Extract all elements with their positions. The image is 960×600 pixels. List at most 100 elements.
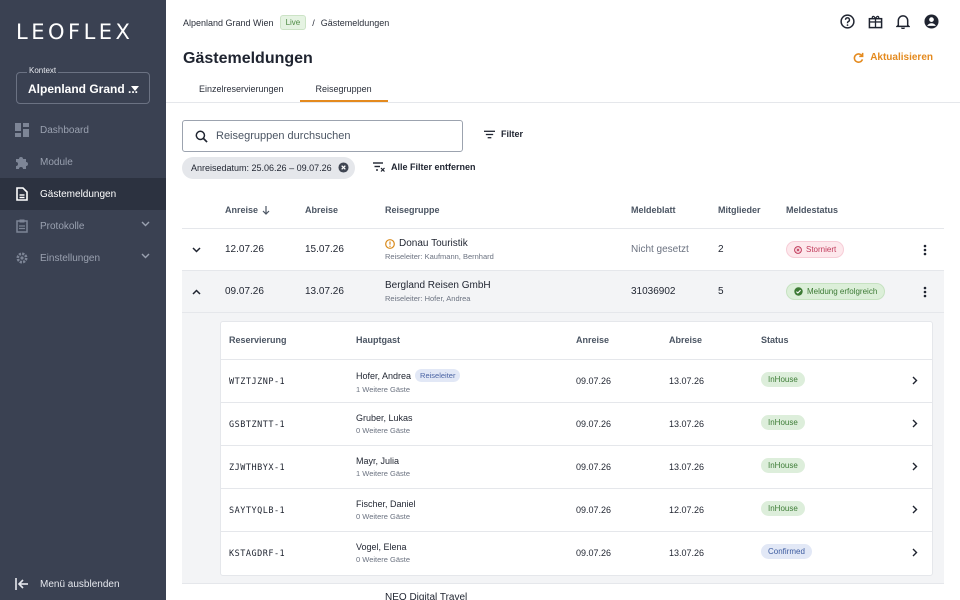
- column-reisegruppe[interactable]: Reisegruppe: [385, 205, 440, 215]
- reservation-subtable: Reservierung Hauptgast Anreise Abreise S…: [220, 321, 933, 576]
- group-leader: Reiseleiter: Hofer, Andrea: [385, 294, 471, 303]
- reservation-id: KSTAGDRF-1: [229, 549, 286, 559]
- more-options-icon[interactable]: [923, 244, 927, 256]
- check-circle-icon: [794, 287, 803, 296]
- collapse-left-icon: [14, 576, 30, 592]
- reservation-abreise: 13.07.26: [669, 419, 705, 429]
- search-placeholder: Reisegruppen durchsuchen: [216, 130, 351, 142]
- chevron-down-icon: [141, 253, 150, 259]
- collapse-menu-button[interactable]: Menü ausblenden: [0, 568, 166, 600]
- subcolumn-status: Status: [761, 335, 789, 345]
- main-guest: Hofer, Andrea Reiseleiter 1 Weitere Gäste: [356, 369, 461, 394]
- puzzle-icon: [14, 154, 30, 170]
- chevron-right-icon[interactable]: [912, 376, 918, 385]
- chevron-down-icon[interactable]: [192, 247, 201, 253]
- filter-label: Filter: [501, 129, 524, 139]
- group-name: Bergland Reisen GmbH: [385, 280, 491, 291]
- main-guest: Mayr, Julia 1 Weitere Gäste: [356, 456, 410, 478]
- status-label: InHouse: [761, 458, 805, 473]
- row-mitglieder: 5: [718, 286, 724, 297]
- table-row[interactable]: 12.07.26 15.07.26 Donau Touristik Reisel…: [182, 229, 944, 271]
- additional-guests: 1 Weitere Gäste: [356, 385, 411, 394]
- sidebar-item-label: Module: [40, 156, 73, 168]
- search-icon: [195, 130, 208, 143]
- table-row[interactable]: NEO Digital Travel: [182, 583, 944, 600]
- status-label: Confirmed: [761, 544, 812, 559]
- chevron-up-icon[interactable]: [192, 289, 201, 295]
- sidebar-item-label: Protokolle: [40, 220, 85, 232]
- status-label: InHouse: [761, 501, 805, 516]
- breadcrumb-separator: /: [312, 17, 315, 28]
- tab-divider: [166, 102, 960, 103]
- gift-icon[interactable]: [866, 12, 884, 30]
- row-anreise: 12.07.26: [225, 244, 264, 255]
- reservation-abreise: 13.07.26: [669, 462, 705, 472]
- sidebar-item-gaestemeldungen[interactable]: Gästemeldungen: [0, 178, 166, 210]
- sidebar: LEOFLEX Kontext Alpenland Grand ... Dash…: [0, 0, 166, 600]
- reservation-status: InHouse: [761, 501, 805, 516]
- reservation-abreise: 12.07.26: [669, 505, 705, 515]
- chevron-right-icon[interactable]: [912, 505, 918, 514]
- column-anreise[interactable]: Anreise: [225, 205, 270, 215]
- status-label: InHouse: [761, 372, 805, 387]
- remove-filter-icon[interactable]: [338, 161, 349, 175]
- context-label: Kontext: [27, 66, 59, 75]
- breadcrumb-hotel[interactable]: Alpenland Grand Wien: [183, 18, 274, 28]
- subcolumn-reservierung: Reservierung: [229, 335, 287, 345]
- column-mitglieder[interactable]: Mitglieder: [718, 205, 761, 215]
- table-header: Anreise Abreise Reisegruppe Meldeblatt M…: [182, 196, 944, 229]
- document-icon: [14, 186, 30, 202]
- bell-icon[interactable]: [894, 12, 912, 30]
- sidebar-item-module[interactable]: Module: [0, 146, 166, 178]
- help-icon[interactable]: [838, 12, 856, 30]
- warning-icon: [385, 238, 395, 249]
- more-options-icon[interactable]: [923, 286, 927, 298]
- column-meldestatus[interactable]: Meldestatus: [786, 205, 838, 215]
- column-meldeblatt[interactable]: Meldeblatt: [631, 205, 676, 215]
- reservation-row[interactable]: ZJWTHBYX-1 Mayr, Julia 1 Weitere Gäste 0…: [221, 446, 932, 489]
- breadcrumb: Alpenland Grand Wien Live / Gästemeldung…: [183, 15, 389, 30]
- reservation-status: InHouse: [761, 458, 805, 473]
- sidebar-item-label: Dashboard: [40, 124, 89, 136]
- refresh-label: Aktualisieren: [870, 52, 933, 63]
- reservation-status: InHouse: [761, 415, 805, 430]
- chevron-right-icon[interactable]: [912, 419, 918, 428]
- reservation-id: SAYTYQLB-1: [229, 506, 286, 516]
- clear-filters-button[interactable]: Alle Filter entfernen: [373, 162, 476, 172]
- tab-einzelreservierungen[interactable]: Einzelreservierungen: [183, 78, 300, 102]
- column-abreise[interactable]: Abreise: [305, 205, 338, 215]
- reservation-row[interactable]: GSBTZNTT-1 Gruber, Lukas 0 Weitere Gäste…: [221, 403, 932, 446]
- sidebar-item-dashboard[interactable]: Dashboard: [0, 114, 166, 146]
- table-row[interactable]: 09.07.26 13.07.26 Bergland Reisen GmbH R…: [182, 271, 944, 313]
- sidebar-item-protokolle[interactable]: Protokolle: [0, 210, 166, 242]
- sidebar-item-einstellungen[interactable]: Einstellungen: [0, 242, 166, 274]
- reservation-status: InHouse: [761, 372, 805, 387]
- reservation-status: Confirmed: [761, 544, 812, 559]
- reservation-anreise: 09.07.26: [576, 376, 612, 386]
- guest-name: Gruber, Lukas: [356, 413, 413, 423]
- row-reisegruppe: Bergland Reisen GmbH Reiseleiter: Hofer,…: [385, 280, 491, 303]
- search-input[interactable]: Reisegruppen durchsuchen: [182, 120, 463, 152]
- reservation-row[interactable]: WTZTJZNP-1 Hofer, Andrea Reiseleiter 1 We…: [221, 360, 932, 403]
- caret-down-icon: [131, 86, 139, 91]
- chevron-right-icon[interactable]: [912, 548, 918, 557]
- reservation-anreise: 09.07.26: [576, 505, 612, 515]
- reservation-row[interactable]: KSTAGDRF-1 Vogel, Elena 0 Weitere Gäste …: [221, 532, 932, 575]
- reservation-row[interactable]: SAYTYQLB-1 Fischer, Daniel 0 Weitere Gäs…: [221, 489, 932, 532]
- cancel-icon: [794, 245, 802, 254]
- additional-guests: 0 Weitere Gäste: [356, 512, 411, 521]
- tab-reisegruppen[interactable]: Reisegruppen: [299, 78, 388, 102]
- filter-button[interactable]: Filter: [484, 129, 523, 139]
- app-logo: LEOFLEX: [16, 20, 134, 44]
- reservation-id: WTZTJZNP-1: [229, 377, 286, 387]
- reservation-id: ZJWTHBYX-1: [229, 463, 286, 473]
- main-guest: Vogel, Elena 0 Weitere Gäste: [356, 542, 410, 564]
- refresh-button[interactable]: Aktualisieren: [853, 52, 933, 63]
- account-icon[interactable]: [922, 12, 940, 30]
- context-select[interactable]: Kontext Alpenland Grand ...: [16, 66, 150, 104]
- subcolumn-anreise: Anreise: [576, 335, 610, 345]
- context-value: Alpenland Grand ...: [28, 82, 139, 96]
- chevron-right-icon[interactable]: [912, 462, 918, 471]
- clear-filter-icon: [373, 162, 385, 172]
- group-leader: Reiseleiter: Kaufmann, Bernhard: [385, 252, 494, 261]
